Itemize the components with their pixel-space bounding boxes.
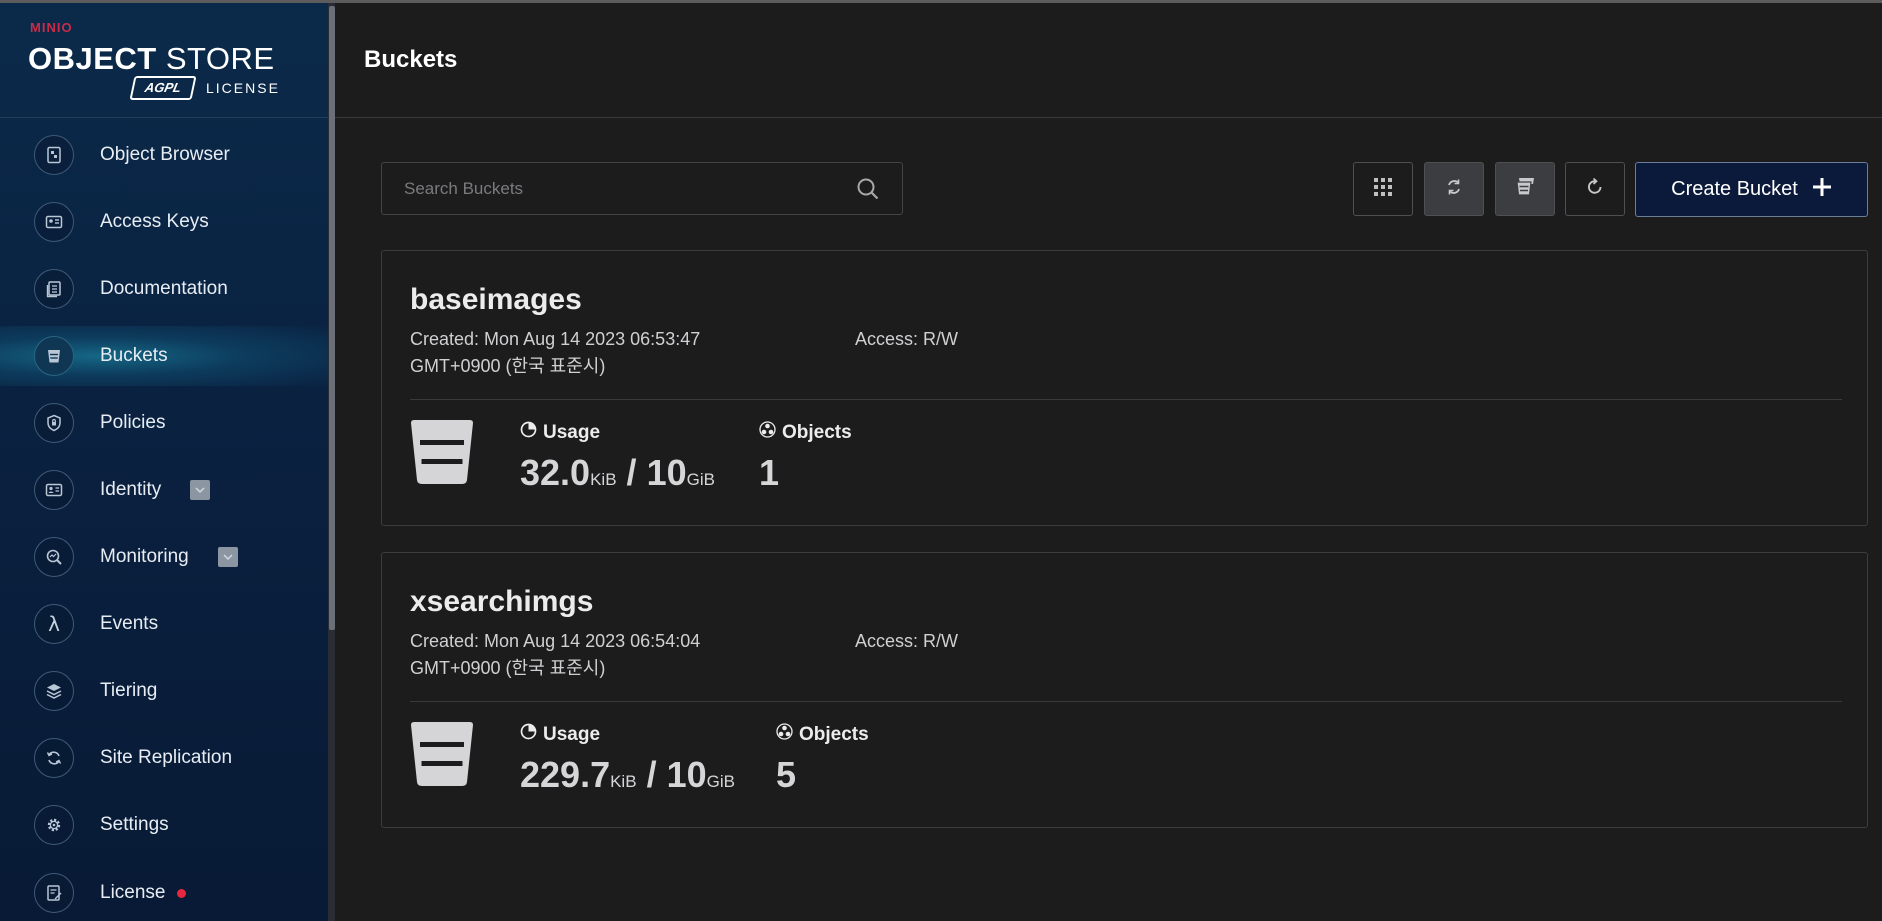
site-replication-icon	[34, 738, 74, 778]
sidebar-item-label: License	[100, 882, 166, 903]
sidebar-item-label: Access Keys	[100, 211, 209, 232]
sidebar-item-label: Identity	[100, 479, 162, 500]
gear-icon	[34, 805, 74, 845]
create-bucket-label: Create Bucket	[1671, 178, 1798, 200]
bucket-card-xsearchimgs[interactable]: xsearchimgs Created: Mon Aug 14 2023 06:…	[381, 552, 1868, 828]
identity-icon	[34, 470, 74, 510]
bucket-access: Access: R/W	[855, 631, 959, 651]
objects-label: Objects	[759, 421, 852, 444]
objects-icon	[776, 723, 793, 746]
lambda-icon: λ	[34, 604, 74, 644]
license-icon	[34, 873, 74, 913]
sidebar-item-buckets[interactable]: Buckets	[0, 326, 330, 386]
sidebar-item-events[interactable]: λ Events	[0, 594, 330, 654]
sidebar-item-documentation[interactable]: Documentation	[0, 259, 330, 319]
access-keys-icon	[34, 202, 74, 242]
sidebar-item-site-replication[interactable]: Site Replication	[0, 728, 330, 788]
sidebar-item-settings[interactable]: Settings	[0, 795, 330, 855]
replication-button[interactable]	[1424, 162, 1484, 216]
sidebar-item-monitoring[interactable]: Monitoring	[0, 527, 330, 587]
objects-value: 1	[759, 452, 780, 493]
objects-value: 5	[776, 754, 797, 795]
bucket-card-baseimages[interactable]: baseimages Created: Mon Aug 14 2023 06:5…	[381, 250, 1868, 526]
sidebar-item-label: Monitoring	[100, 546, 189, 567]
usage-value: 32.0KiB / 10GiB	[520, 452, 715, 493]
sidebar-item-label: Documentation	[100, 278, 228, 299]
bucket-icon	[410, 721, 474, 792]
license-alert-dot	[177, 889, 186, 898]
logo-license-label: LICENSE	[206, 80, 280, 96]
chevron-down-icon[interactable]	[190, 480, 210, 500]
bucket-name[interactable]: xsearchimgs	[410, 585, 593, 619]
buckets-icon	[34, 336, 74, 376]
logo-brand: MINIO	[30, 20, 73, 35]
documentation-icon	[34, 269, 74, 309]
bucket-access: Access: R/W	[855, 329, 959, 349]
page-title: Buckets	[364, 46, 458, 73]
sidebar-item-license[interactable]: License	[0, 863, 330, 921]
sidebar-item-identity[interactable]: Identity	[0, 460, 330, 520]
multi-bucket-icon	[1514, 177, 1536, 202]
grid-icon	[1373, 177, 1393, 202]
usage-label: Usage	[520, 421, 600, 444]
refresh-button[interactable]	[1565, 162, 1625, 216]
sidebar-item-label: Policies	[100, 412, 166, 433]
sidebar-item-label: Tiering	[100, 680, 158, 701]
sidebar-item-access-keys[interactable]: Access Keys	[0, 192, 330, 252]
minio-console: MINIO OBJECT STORE AGPL LICENSE Object B…	[0, 0, 1882, 921]
plus-icon	[1812, 177, 1832, 202]
logo[interactable]: MINIO OBJECT STORE AGPL LICENSE	[0, 3, 330, 118]
policies-icon	[34, 403, 74, 443]
agpl-badge: AGPL	[129, 76, 197, 100]
monitoring-icon	[34, 537, 74, 577]
bucket-created-date: Created: Mon Aug 14 2023 06:53:47 GMT+09…	[410, 329, 701, 376]
sidebar: MINIO OBJECT STORE AGPL LICENSE Object B…	[0, 3, 330, 921]
tiering-icon	[34, 671, 74, 711]
object-browser-icon	[34, 135, 74, 175]
pie-chart-icon	[520, 421, 537, 444]
objects-label: Objects	[776, 723, 869, 746]
search-icon[interactable]	[856, 177, 880, 206]
sidebar-item-label: Events	[100, 613, 159, 634]
sidebar-item-label: Site Replication	[100, 747, 233, 768]
search-input[interactable]	[382, 163, 842, 214]
create-bucket-button[interactable]: Create Bucket	[1635, 162, 1868, 217]
sidebar-item-object-browser[interactable]: Object Browser	[0, 125, 330, 185]
sidebar-item-tiering[interactable]: Tiering	[0, 661, 330, 721]
sidebar-item-label: Object Browser	[100, 144, 230, 165]
bucket-name[interactable]: baseimages	[410, 283, 582, 317]
grid-view-button[interactable]	[1353, 162, 1413, 216]
pie-chart-icon	[520, 723, 537, 746]
sidebar-item-label: Buckets	[100, 345, 168, 366]
lifecycle-button[interactable]	[1495, 162, 1555, 216]
divider	[410, 701, 1842, 702]
divider	[410, 399, 1842, 400]
chevron-down-icon[interactable]	[218, 547, 238, 567]
sidebar-item-policies[interactable]: Policies	[0, 393, 330, 453]
logo-title: OBJECT STORE	[28, 41, 275, 76]
usage-label: Usage	[520, 723, 600, 746]
sidebar-item-label: Settings	[100, 814, 169, 835]
bucket-icon	[410, 419, 474, 490]
main-content: Buckets Cr	[335, 3, 1882, 921]
objects-icon	[759, 421, 776, 444]
bucket-created-date: Created: Mon Aug 14 2023 06:54:04 GMT+09…	[410, 631, 701, 678]
refresh-icon	[1585, 177, 1605, 202]
page-header: Buckets	[335, 3, 1882, 118]
usage-value: 229.7KiB / 10GiB	[520, 754, 735, 795]
search-box[interactable]	[381, 162, 903, 215]
sync-icon	[1444, 177, 1464, 202]
